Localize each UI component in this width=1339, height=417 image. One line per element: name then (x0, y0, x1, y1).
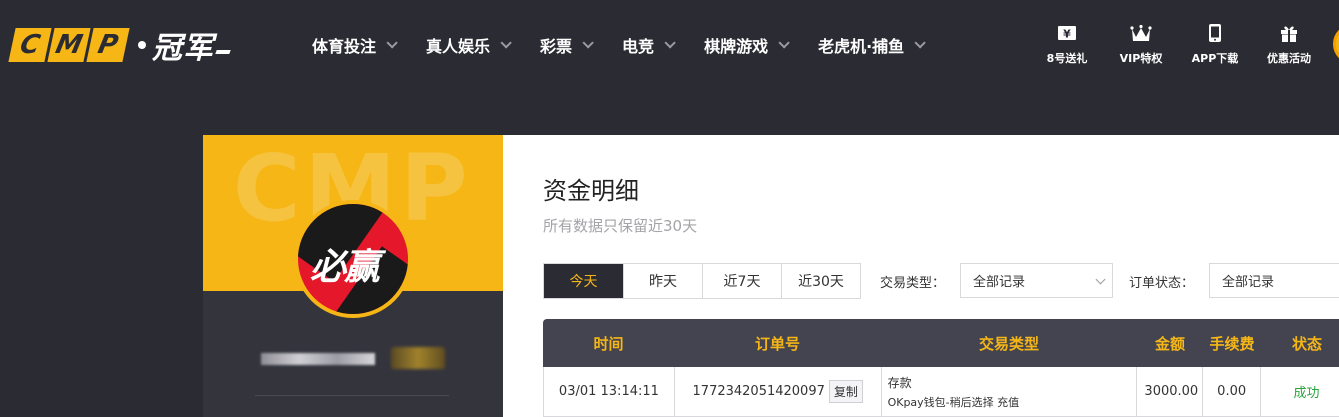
vip-badge-blurred (391, 347, 445, 369)
cell-status: 成功 (1261, 367, 1339, 416)
table-row: 03/01 13:14:11 1772342051420097 复制 存款 OK… (543, 367, 1339, 417)
select-value: 全部记录 (973, 275, 1026, 290)
order-status-select[interactable]: 全部记录 (1209, 263, 1339, 298)
cell-fee: 0.00 (1203, 367, 1262, 416)
column-header-time: 时间 (593, 334, 624, 353)
tab-last-30-days[interactable]: 近30天 (781, 264, 860, 298)
profile-card: CMP 必赢 (203, 135, 503, 417)
status-badge: 成功 (1293, 386, 1320, 401)
logo-letters: C M P (8, 28, 130, 62)
fund-details-panel: 资金明细 所有数据只保留近30天 今天 昨天 近7天 近30天 交易类型： 全部… (503, 135, 1339, 417)
table-header: 时间 订单号 交易类型 金额 手续费 状态 (543, 319, 1339, 367)
fund-details-table: 时间 订单号 交易类型 金额 手续费 状态 03/01 13:14:11 177… (543, 319, 1339, 417)
quick-link-vip[interactable]: VIP特权 (1104, 22, 1178, 66)
select-value: 全部记录 (1222, 275, 1275, 290)
chevron-down-icon (664, 37, 676, 49)
page-title: 资金明细 (543, 177, 639, 205)
nav-item-card-games[interactable]: 棋牌游戏 (704, 33, 790, 57)
chevron-down-icon (582, 37, 594, 49)
quick-link-label: VIP特权 (1119, 52, 1163, 65)
order-status-label: 订单状态： (1129, 276, 1195, 291)
quick-link-promotions[interactable]: 优惠活动 (1252, 22, 1326, 66)
nav-item-live-casino[interactable]: 真人娱乐 (426, 33, 512, 57)
logo-letter: C (8, 28, 52, 62)
svg-text:¥: ¥ (1063, 28, 1071, 41)
profile-divider (255, 395, 449, 396)
quick-link-gift-8[interactable]: ¥ 8号送礼 (1030, 22, 1104, 66)
cell-order-no: 1772342051420097 复制 (675, 367, 882, 416)
cell-amount: 3000.00 (1137, 367, 1204, 416)
transaction-type: 存款 (887, 375, 912, 390)
column-header-amount: 金额 (1154, 334, 1185, 353)
date-range-tabs: 今天 昨天 近7天 近30天 (543, 263, 861, 299)
order-number: 1772342051420097 (692, 384, 825, 399)
avatar-image: 必赢 (298, 204, 408, 314)
page-subtitle: 所有数据只保留近30天 (543, 217, 698, 235)
phone-icon (1209, 24, 1221, 42)
nav-item-label: 棋牌游戏 (704, 37, 769, 56)
nav-item-label: 真人娱乐 (426, 37, 491, 56)
logo-tail-mark (215, 50, 231, 54)
main-nav: 体育投注 真人娱乐 彩票 电竞 棋牌游戏 老虎机·捕鱼 (312, 0, 954, 90)
chevron-down-icon (386, 37, 398, 49)
transaction-type-select[interactable]: 全部记录 (960, 263, 1113, 298)
transaction-detail: OKpay钱包-稍后选择 充值 (887, 395, 1020, 409)
copy-button[interactable]: 复制 (828, 380, 863, 403)
quick-links: ¥ 8号送礼 VIP特权 APP下载 优惠活动 (1030, 22, 1326, 66)
logo-dot (138, 41, 146, 49)
gift-icon (1281, 26, 1297, 42)
profile-avatar[interactable]: 必赢 (294, 200, 412, 318)
quick-link-label: APP下载 (1191, 52, 1239, 65)
column-header-status: 状态 (1291, 334, 1322, 353)
logo-letter: P (86, 28, 130, 62)
chevron-down-icon (914, 37, 926, 49)
user-avatar[interactable] (1333, 24, 1339, 64)
yen-ticket-icon: ¥ (1058, 26, 1076, 41)
column-header-type: 交易类型 (978, 334, 1039, 353)
nav-item-label: 电竞 (622, 37, 655, 56)
profile-username-blurred (261, 353, 375, 365)
top-header: C M P 冠军 体育投注 真人娱乐 彩票 电竞 棋牌游戏 老虎机·捕鱼 ¥ 8… (0, 0, 1339, 90)
transaction-type-label: 交易类型： (880, 276, 946, 291)
crown-icon (1130, 24, 1152, 41)
column-header-fee: 手续费 (1209, 334, 1255, 353)
chevron-down-icon (1095, 274, 1106, 285)
nav-item-slots-fishing[interactable]: 老虎机·捕鱼 (818, 33, 926, 57)
nav-item-esports[interactable]: 电竞 (622, 33, 676, 57)
quick-link-app-download[interactable]: APP下载 (1178, 22, 1252, 66)
cell-time: 03/01 13:14:11 (544, 367, 675, 416)
cell-type: 存款 OKpay钱包-稍后选择 充值 (882, 367, 1138, 416)
avatar-text: 必赢 (310, 247, 380, 288)
nav-item-lottery[interactable]: 彩票 (540, 33, 594, 57)
quick-link-label: 优惠活动 (1267, 52, 1311, 65)
logo-letter: M (47, 28, 91, 62)
chevron-down-icon (500, 37, 512, 49)
tab-today[interactable]: 今天 (544, 264, 623, 298)
column-header-order-no: 订单号 (754, 334, 800, 353)
nav-item-label: 彩票 (540, 37, 573, 56)
nav-item-label: 老虎机·捕鱼 (818, 37, 905, 56)
quick-link-label: 8号送礼 (1046, 52, 1088, 65)
chevron-down-icon (778, 37, 790, 49)
nav-item-sports[interactable]: 体育投注 (312, 33, 398, 57)
tab-last-7-days[interactable]: 近7天 (702, 264, 781, 298)
tab-yesterday[interactable]: 昨天 (623, 264, 702, 298)
brand-logo[interactable]: C M P 冠军 (8, 26, 231, 66)
logo-brand-text: 冠军 (152, 31, 214, 66)
nav-item-label: 体育投注 (312, 37, 377, 56)
